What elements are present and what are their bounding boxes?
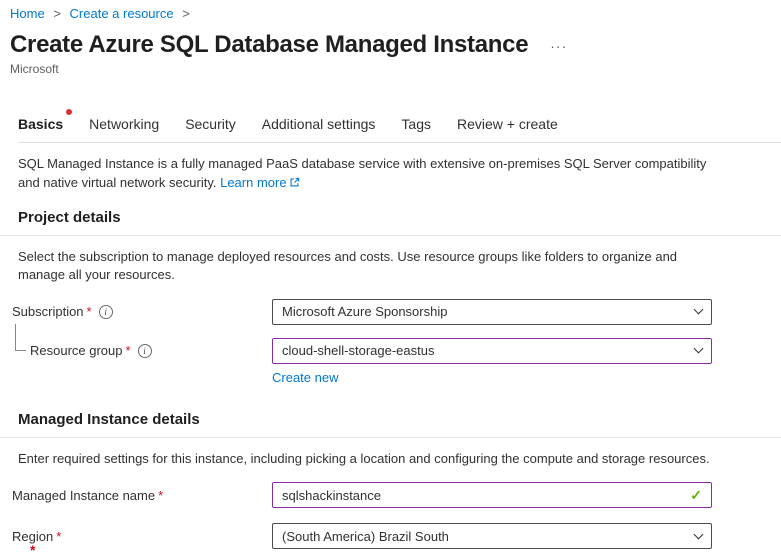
resource-group-value: cloud-shell-storage-eastus [282,343,435,359]
chevron-down-icon [693,529,704,539]
instance-name-value: sqlshackinstance [282,487,381,503]
instance-name-row: Managed Instance name * sqlshackinstance [12,482,769,509]
subscription-value: Microsoft Azure Sponsorship [282,304,448,320]
section-divider [0,234,781,236]
required-marker: * [158,487,164,503]
tab-security-label: Security [185,116,236,132]
project-details-description: Select the subscription to manage deploy… [18,248,678,283]
more-menu-button[interactable]: ··· [550,38,567,59]
resource-group-label: Resource group * [12,343,272,358]
breadcrumb-separator: > [182,6,190,21]
chevron-down-icon [693,304,704,315]
tab-tags[interactable]: Tags [401,116,431,132]
tab-additional-settings[interactable]: Additional settings [262,116,376,132]
instance-name-label-text: Managed Instance name [12,487,156,503]
breadcrumb-home[interactable]: Home [10,6,45,21]
project-details-form: Subscription * Microsoft Azure Sponsorsh… [12,298,769,385]
breadcrumb-separator: > [53,6,61,21]
create-new-resource-group-link[interactable]: Create new [272,370,338,385]
region-dropdown[interactable]: (South America) Brazil South [272,523,712,550]
external-link-icon [290,177,299,187]
region-value: (South America) Brazil South [282,528,449,544]
tab-basics[interactable]: Basics [18,109,73,132]
unsaved-changes-dot [66,109,73,115]
intro-text: SQL Managed Instance is a fully managed … [18,155,720,193]
chevron-down-icon [693,343,704,354]
section-divider [0,436,781,438]
page-title: Create Azure SQL Database Managed Instan… [10,31,529,58]
create-managed-instance-page: Home > Create a resource > Create Azure … [0,0,781,550]
resource-group-dropdown[interactable]: cloud-shell-storage-eastus [272,337,712,364]
resource-group-info-icon[interactable] [137,343,152,358]
subscription-label: Subscription * [12,304,272,319]
tab-review-create-label: Review + create [456,116,558,132]
learn-more-link[interactable]: Learn more [220,175,299,190]
instance-name-label: Managed Instance name * [12,488,272,503]
tab-networking-label: Networking [89,116,160,132]
project-details-heading: Project details [18,208,121,226]
required-marker: * [56,528,62,544]
publisher-label: Microsoft [10,62,59,76]
valid-check-icon [690,487,702,504]
region-label: Region * [12,529,272,544]
resource-group-row: Resource group * cloud-shell-storage-eas… [12,323,769,364]
learn-more-label: Learn more [220,174,287,190]
subscription-dropdown[interactable]: Microsoft Azure Sponsorship [272,298,712,325]
tab-tags-label: Tags [401,116,431,132]
clipped-next-field-required-marker: * [30,542,36,558]
instance-details-heading: Managed Instance details [18,410,200,428]
required-marker: * [125,343,131,359]
required-marker: * [86,304,92,320]
subscription-info-icon[interactable] [98,304,113,319]
subscription-row: Subscription * Microsoft Azure Sponsorsh… [12,298,769,325]
tab-security[interactable]: Security [185,116,236,132]
resource-group-label-text: Resource group [30,343,123,359]
instance-name-input[interactable]: sqlshackinstance [272,482,712,509]
tab-review-create[interactable]: Review + create [457,116,558,132]
tab-additional-settings-label: Additional settings [261,116,376,132]
tab-basics-label: Basics [18,116,64,132]
breadcrumb: Home > Create a resource > [10,6,769,21]
intro-description: SQL Managed Instance is a fully managed … [18,156,707,190]
create-new-row: Create new [272,370,769,385]
title-row: Create Azure SQL Database Managed Instan… [10,31,769,59]
breadcrumb-create-a-resource[interactable]: Create a resource [70,6,174,21]
tab-bar: Basics Networking Security Additional se… [18,109,781,143]
instance-details-description: Enter required settings for this instanc… [18,450,710,466]
tree-connector-line [15,323,26,351]
instance-details-form: Managed Instance name * sqlshackinstance… [12,482,769,550]
subscription-label-text: Subscription [12,304,84,320]
region-row: Region * (South America) Brazil South [12,523,769,550]
tab-networking[interactable]: Networking [89,116,159,132]
